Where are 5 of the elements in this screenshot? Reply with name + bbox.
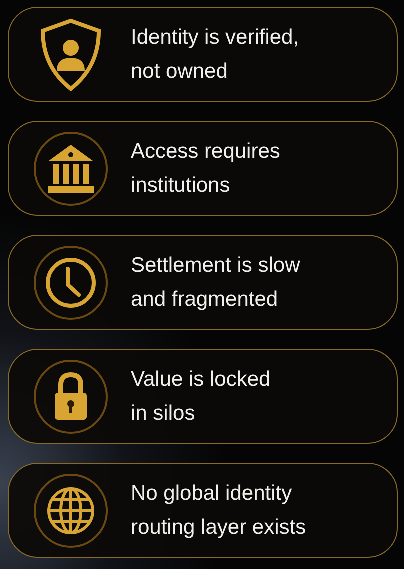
card-text: Access requires institutions	[131, 138, 280, 198]
card-text: Settlement is slow and fragmented	[131, 252, 300, 312]
card-text: No global identity routing layer exists	[131, 480, 306, 540]
card-text: Identity is verified, not owned	[131, 24, 300, 84]
card-text: Value is locked in silos	[131, 366, 271, 426]
